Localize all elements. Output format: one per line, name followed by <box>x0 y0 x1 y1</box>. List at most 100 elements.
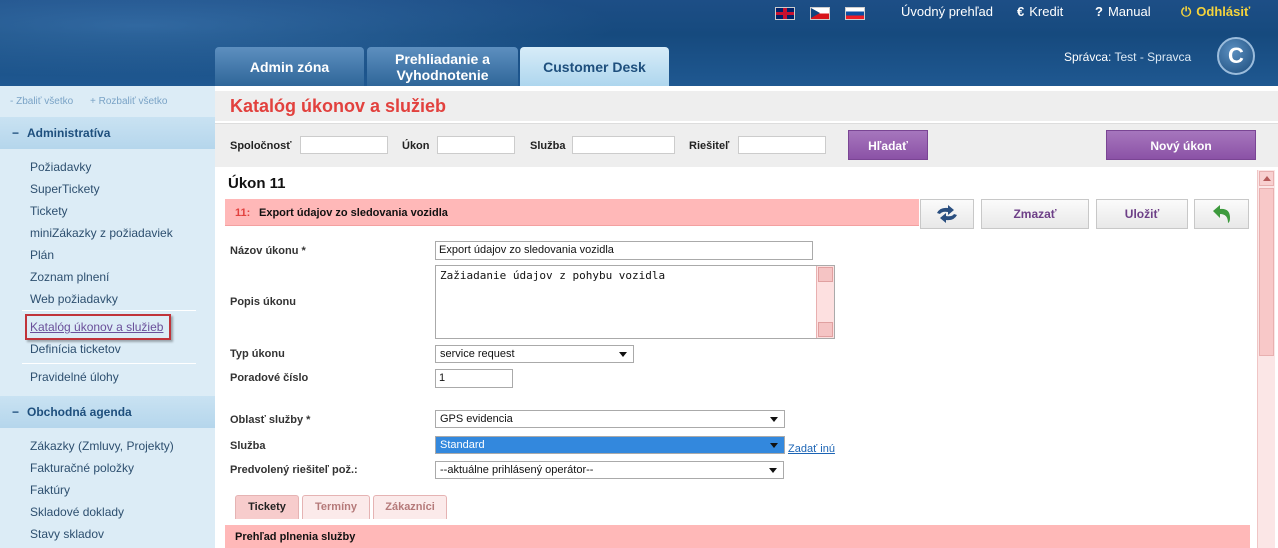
scroll-up-button[interactable] <box>1259 171 1274 186</box>
sidebar-item-ticket-definition[interactable]: Definícia ticketov <box>30 342 121 356</box>
collapse-all-link[interactable]: - Zbaliť všetko <box>10 96 73 107</box>
subtab-tickets[interactable]: Tickety <box>235 495 299 519</box>
sidebar-divider <box>22 363 196 364</box>
sidebar-item-plan[interactable]: Plán <box>30 248 54 262</box>
type-label: Typ úkonu <box>230 348 285 360</box>
sidebar-item-web-requests[interactable]: Web požiadavky <box>30 292 118 306</box>
order-label: Poradové číslo <box>230 372 309 384</box>
scroll-thumb[interactable] <box>1259 188 1274 356</box>
chevron-down-icon <box>769 468 777 473</box>
tab-admin-zone[interactable]: Admin zóna <box>215 47 364 86</box>
name-input[interactable]: Export údajov zo sledovania vozidla <box>435 241 813 260</box>
overview-link[interactable]: Úvodný prehľad <box>901 4 993 19</box>
back-button[interactable] <box>1194 199 1249 229</box>
description-text: Zažiadanie údajov z pohybu vozidla <box>440 269 666 282</box>
refresh-icon <box>937 205 957 223</box>
sidebar-item-tickets[interactable]: Tickety <box>30 204 68 218</box>
content-scrollbar[interactable] <box>1257 170 1275 548</box>
power-icon: ⏻ <box>1181 4 1192 19</box>
record-number: 11: <box>235 207 251 219</box>
sidebar-item-requests[interactable]: Požiadavky <box>30 160 91 174</box>
sidebar: - Zbaliť všetko + Rozbaliť všetko − Admin… <box>0 86 215 548</box>
chevron-down-icon <box>619 352 627 357</box>
help-icon: ? <box>1095 4 1103 19</box>
filter-bar: Spoločnosť Úkon Služba Riešiteľ Hľadať N… <box>215 123 1278 167</box>
order-input[interactable]: 1 <box>435 369 513 388</box>
textarea-scrollbar[interactable] <box>816 266 834 338</box>
area-value: GPS evidencia <box>440 413 513 425</box>
tab-customer-desk[interactable]: Customer Desk <box>520 47 669 86</box>
type-value: service request <box>440 348 515 360</box>
solver-filter-label: Riešiteľ <box>689 140 730 152</box>
company-filter-input[interactable] <box>300 136 388 154</box>
sidebar-item-catalog[interactable]: Katalóg úkonov a služieb <box>30 320 163 334</box>
scroll-down-button[interactable] <box>818 322 833 337</box>
scroll-up-button[interactable] <box>818 267 833 282</box>
chevron-down-icon <box>770 417 778 422</box>
sidebar-item-supertickets[interactable]: SuperTickety <box>30 182 100 196</box>
service-filter-input[interactable] <box>572 136 675 154</box>
admin-prefix: Správca: <box>1064 50 1112 64</box>
record-title: Úkon 11 <box>228 175 286 192</box>
area-select[interactable]: GPS evidencia <box>435 410 785 428</box>
service-label: Služba <box>230 440 266 452</box>
record-detail: Úkon 11 11: Export údajov zo sledovania … <box>215 170 1278 548</box>
uk-flag-icon[interactable] <box>775 7 795 20</box>
action-filter-input[interactable] <box>437 136 515 154</box>
logout-link[interactable]: ⏻ Odhlásiť <box>1181 4 1250 20</box>
subtab-customers[interactable]: Zákazníci <box>373 495 447 519</box>
solver-label: Predvolený riešiteľ pož.: <box>230 464 358 476</box>
euro-icon: € <box>1017 4 1025 19</box>
refresh-button[interactable] <box>920 199 974 229</box>
search-button[interactable]: Hľadať <box>848 130 928 160</box>
sidebar-tools: - Zbaliť všetko + Rozbaliť všetko <box>10 96 181 107</box>
description-textarea[interactable]: Zažiadanie údajov z pohybu vozidla <box>435 265 835 339</box>
sidebar-item-stock-docs[interactable]: Skladové doklady <box>30 505 124 519</box>
action-filter-label: Úkon <box>402 140 430 152</box>
sk-flag-icon[interactable] <box>845 7 865 20</box>
delete-button[interactable]: Zmazať <box>981 199 1089 229</box>
sidebar-item-invoice-items[interactable]: Fakturačné položky <box>30 461 134 475</box>
solver-filter-input[interactable] <box>738 136 826 154</box>
app-logo: C <box>1217 37 1255 75</box>
service-select[interactable]: Standard <box>435 436 785 454</box>
type-select[interactable]: service request <box>435 345 634 363</box>
sidebar-item-orders[interactable]: Zákazky (Zmluvy, Projekty) <box>30 439 174 453</box>
new-action-button[interactable]: Nový úkon <box>1106 130 1256 160</box>
sidebar-item-mini-orders[interactable]: miniZákazky z požiadaviek <box>30 226 173 240</box>
cz-flag-icon[interactable] <box>810 7 830 20</box>
tab-review[interactable]: Prehliadanie a Vyhodnotenie <box>367 47 518 86</box>
description-label: Popis úkonu <box>230 296 296 308</box>
collapse-icon: − <box>12 405 20 419</box>
sidebar-item-stock-levels[interactable]: Stavy skladov <box>30 527 104 541</box>
service-filter-label: Služba <box>530 140 566 152</box>
sidebar-divider <box>22 310 196 311</box>
service-value: Standard <box>440 439 485 451</box>
expand-all-link[interactable]: + Rozbaliť všetko <box>90 96 167 107</box>
subtab-terms[interactable]: Termíny <box>302 495 370 519</box>
sidebar-item-recurring-tasks[interactable]: Pravidelné úlohy <box>30 370 119 384</box>
page-title: Katalóg úkonov a služieb <box>230 96 447 116</box>
sidebar-section-business[interactable]: − Obchodná agenda <box>0 396 215 428</box>
area-label: Oblasť služby * <box>230 414 311 426</box>
main-content: Katalóg úkonov a služieb Spoločnosť Úkon… <box>215 86 1278 548</box>
solver-select[interactable]: --aktuálne prihlásený operátor-- <box>435 461 784 479</box>
sidebar-item-invoices[interactable]: Faktúry <box>30 483 70 497</box>
sidebar-item-fulfillments[interactable]: Zoznam plnení <box>30 270 109 284</box>
record-name: Export údajov zo sledovania vozidla <box>259 207 448 219</box>
company-filter-label: Spoločnosť <box>230 140 292 152</box>
credit-link[interactable]: € Kredit <box>1017 4 1063 19</box>
sidebar-section-administration[interactable]: − Administratíva <box>0 117 215 149</box>
service-overview-title: Prehľad plnenia služby <box>235 531 356 543</box>
logout-label: Odhlásiť <box>1196 4 1251 19</box>
name-label: Názov úkonu * <box>230 245 306 257</box>
solver-value: --aktuálne prihlásený operátor-- <box>440 464 594 476</box>
section-title: Obchodná agenda <box>27 405 132 419</box>
manual-link[interactable]: ? Manual <box>1095 4 1151 19</box>
save-button[interactable]: Uložiť <box>1096 199 1188 229</box>
app-header: Úvodný prehľad € Kredit ? Manual ⏻ Odhlásiť… <box>0 0 1278 86</box>
enter-other-service-link[interactable]: Zadať inú <box>788 443 835 455</box>
record-header-bar: 11: Export údajov zo sledovania vozidla <box>225 199 919 226</box>
admin-name[interactable]: Test - Spravca <box>1114 50 1191 64</box>
section-title: Administratíva <box>27 126 111 140</box>
